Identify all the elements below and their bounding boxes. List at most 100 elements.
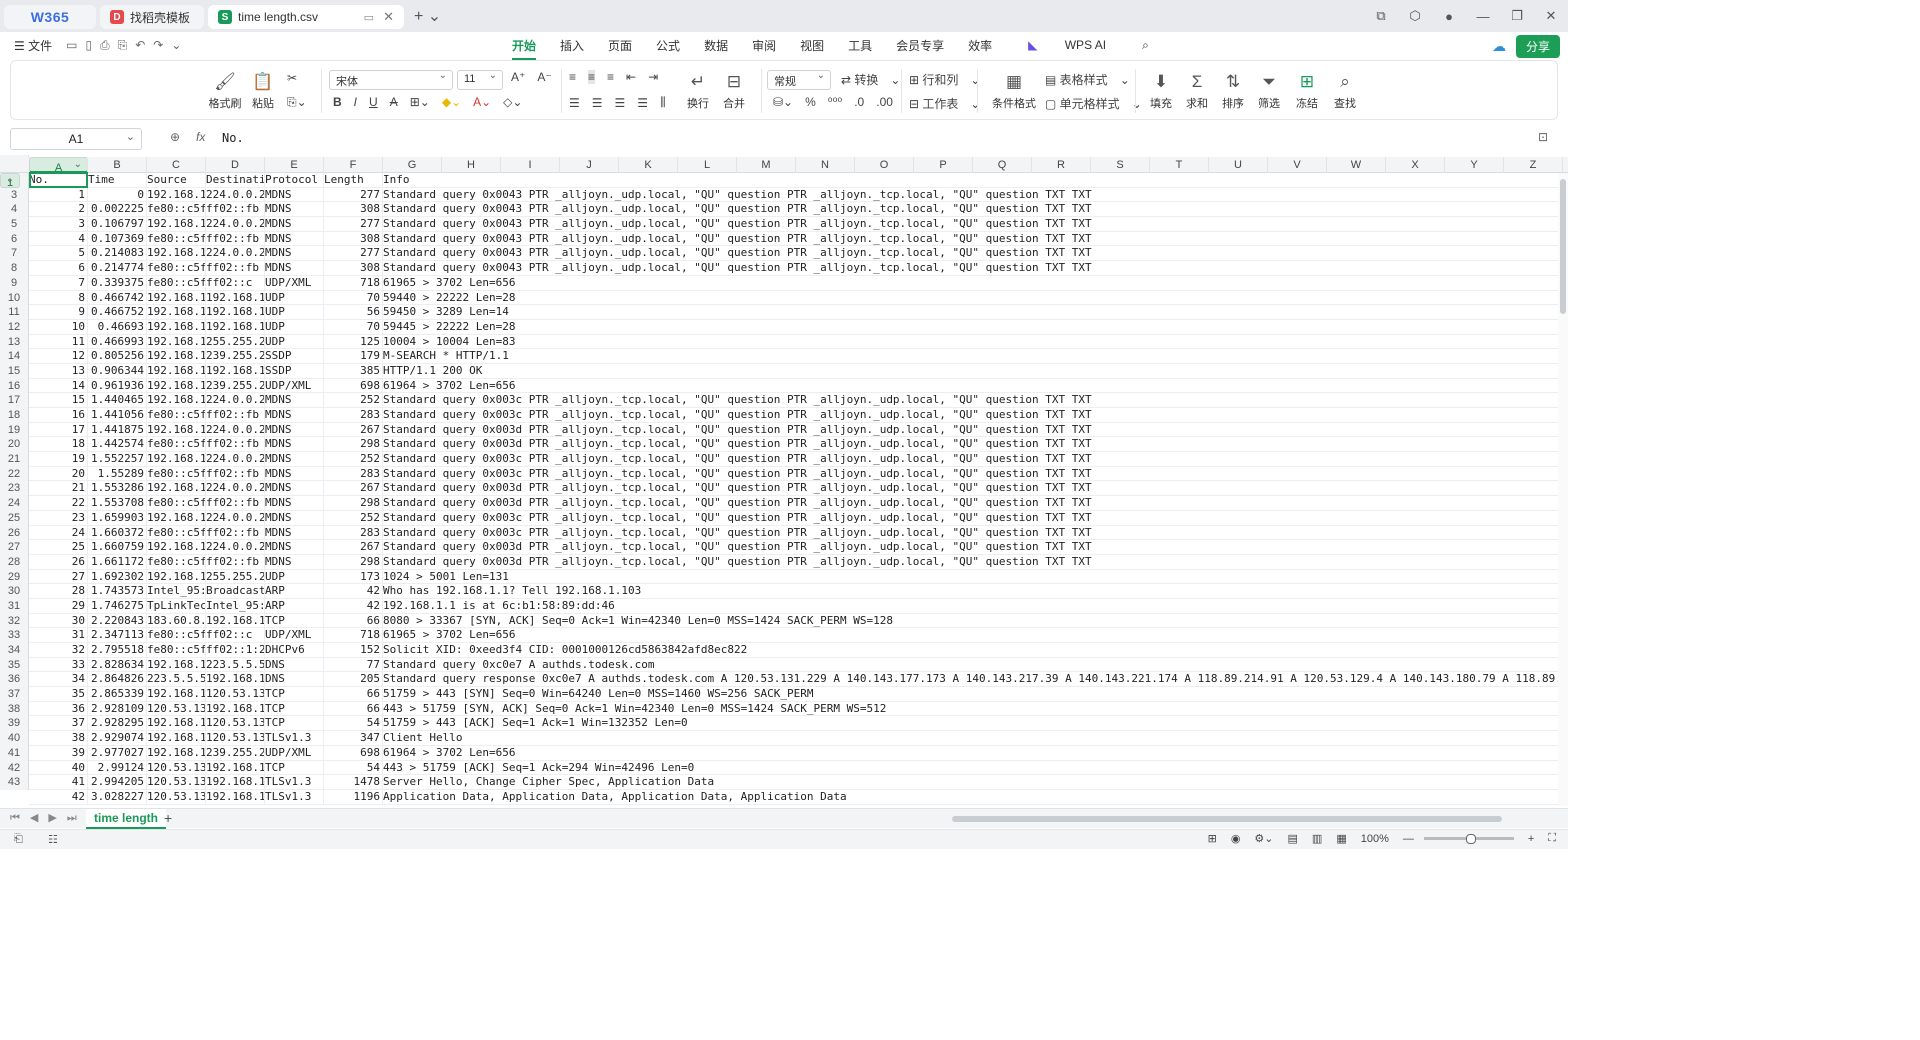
wrap-text-button[interactable]: ↵ 换行 — [678, 71, 718, 111]
cell[interactable]: 255.255.2 — [206, 569, 265, 585]
cell[interactable]: 1.55289 — [88, 466, 147, 482]
cell[interactable]: 25 — [29, 540, 88, 555]
cell[interactable]: 223.5.5.5 — [206, 657, 265, 673]
cell[interactable]: 120.53.13 — [147, 775, 206, 790]
zoom-out-icon[interactable]: — — [1403, 833, 1414, 845]
cell[interactable]: 252 — [324, 393, 383, 408]
cell[interactable]: UDP/XML — [265, 745, 324, 761]
row-header[interactable]: 7 — [0, 246, 28, 261]
cell[interactable]: 1478 — [324, 775, 383, 790]
cell[interactable]: 4 — [29, 231, 88, 247]
file-menu[interactable]: ☰ 文件 — [14, 37, 52, 54]
cell[interactable]: 308 — [324, 261, 383, 276]
cell[interactable]: fe80::c5f — [147, 643, 206, 658]
row-header[interactable]: 33 — [0, 628, 28, 643]
cell[interactable]: 120.53.13 — [206, 731, 265, 746]
increase-font-icon[interactable]: A⁺ — [511, 70, 525, 84]
new-tab-button[interactable]: + ⌄ — [414, 6, 441, 26]
cell[interactable]: Protocol — [265, 173, 324, 188]
cell[interactable]: 283 — [324, 466, 383, 482]
cell[interactable]: MDNS — [265, 217, 324, 232]
cell[interactable]: 120.53.13 — [147, 760, 206, 776]
cell[interactable]: 698 — [324, 378, 383, 394]
decrease-decimal-icon[interactable]: .00 — [876, 95, 893, 109]
row-header[interactable]: 39 — [0, 716, 28, 731]
cell[interactable]: 255.255.2 — [206, 334, 265, 350]
cell[interactable]: 192.168.1 — [206, 760, 265, 776]
row-header[interactable]: 6 — [0, 232, 28, 247]
cell[interactable]: 10 — [29, 319, 88, 335]
row-header[interactable]: 43 — [0, 775, 28, 790]
name-box[interactable]: A1 — [10, 127, 142, 150]
cell[interactable]: 183.60.8. — [147, 613, 206, 629]
cell[interactable]: 277 — [324, 187, 383, 203]
cell[interactable]: 152 — [324, 643, 383, 658]
cell[interactable]: 0.466742 — [88, 290, 147, 306]
cell[interactable]: ff02::fb — [206, 261, 265, 276]
row-header[interactable]: 8 — [0, 261, 28, 276]
sheet-nav-arrows[interactable]: ⏮◀▶⏭ — [10, 811, 87, 825]
cell[interactable]: 252 — [324, 510, 383, 526]
row-header[interactable]: 9 — [0, 276, 28, 291]
cell[interactable]: 19 — [29, 452, 88, 467]
cell[interactable]: 18 — [29, 437, 88, 453]
tab-home[interactable]: 开始 — [512, 37, 537, 60]
cell[interactable]: 224.0.0.2 — [206, 187, 265, 203]
font-size-select[interactable]: 11 — [457, 70, 503, 90]
row-header[interactable]: 5 — [0, 217, 28, 232]
cell[interactable]: 2 — [29, 202, 88, 218]
cell[interactable]: 205 — [324, 672, 383, 688]
italic-icon[interactable]: I — [354, 95, 357, 109]
align-right-icon[interactable]: ☰ — [615, 96, 626, 110]
cell[interactable]: UDP — [265, 334, 324, 350]
cell[interactable]: 35 — [29, 687, 88, 702]
cell[interactable]: 267 — [324, 422, 383, 438]
cell[interactable]: 37 — [29, 716, 88, 732]
row-header[interactable]: 18 — [0, 408, 28, 423]
column-header-O[interactable]: O — [855, 157, 914, 173]
row-header[interactable]: 32 — [0, 614, 28, 629]
cell[interactable]: 66 — [324, 687, 383, 702]
distributed-icon[interactable]: ⫼ — [660, 95, 666, 110]
vertical-scrollbar[interactable] — [1558, 173, 1568, 806]
cell[interactable]: MDNS — [265, 510, 324, 526]
row-header[interactable]: 37 — [0, 687, 28, 702]
cell[interactable]: 192.168.1 — [206, 305, 265, 320]
cell[interactable]: 0.906344 — [88, 363, 147, 379]
row-header[interactable]: 19 — [0, 423, 28, 438]
cell[interactable]: 277 — [324, 246, 383, 262]
cell[interactable]: 2.220843 — [88, 613, 147, 629]
cell[interactable]: Standard query 0x003d PTR _alljoyn._tcp.… — [383, 423, 1559, 438]
cell[interactable]: 224.0.0.2 — [206, 452, 265, 467]
tab-member[interactable]: 会员专享 — [896, 37, 944, 54]
cell[interactable]: 10004 > 10004 Len=83 — [383, 335, 1559, 350]
column-header-G[interactable]: G — [383, 157, 442, 173]
cell[interactable]: 0.214083 — [88, 246, 147, 262]
tab-docer-templates[interactable]: D 找稻壳模板 — [100, 5, 204, 29]
cell[interactable]: Standard query 0x003d PTR _alljoyn._tcp.… — [383, 555, 1559, 570]
cell[interactable]: 385 — [324, 363, 383, 379]
fullscreen-icon[interactable]: ⛶ — [1548, 832, 1556, 845]
page-break-icon[interactable]: ▦ — [1336, 832, 1346, 845]
cell[interactable]: 173 — [324, 569, 383, 585]
cell[interactable]: 8 — [29, 290, 88, 306]
cell[interactable]: 192.168.1.1 is at 6c:b1:58:89:dd:46 — [383, 599, 1559, 614]
cell[interactable]: 192.168.1 — [147, 363, 206, 379]
share-button[interactable]: 分享 — [1515, 35, 1560, 58]
cell[interactable]: fe80::c5f — [147, 554, 206, 570]
cell[interactable]: HTTP/1.1 200 OK — [383, 364, 1559, 379]
cell[interactable]: 347 — [324, 731, 383, 746]
cell[interactable]: 61965 > 3702 Len=656 — [383, 628, 1559, 643]
zoom-formula-icon[interactable]: ⊕ — [170, 130, 180, 144]
cell[interactable]: 2.994205 — [88, 775, 147, 790]
column-header-I[interactable]: I — [501, 157, 560, 173]
sort-button[interactable]: ⇅ 排序 — [1213, 71, 1253, 111]
cell[interactable]: 32 — [29, 643, 88, 658]
cell[interactable]: fe80::c5f — [147, 408, 206, 423]
cloud-sync-icon[interactable]: ☁ — [1492, 38, 1506, 55]
column-header-U[interactable]: U — [1209, 157, 1268, 173]
cell[interactable]: 1.440465 — [88, 393, 147, 408]
cell[interactable]: 192.168.1 — [147, 246, 206, 262]
cell[interactable]: UDP — [265, 569, 324, 585]
cell[interactable]: 179 — [324, 349, 383, 364]
